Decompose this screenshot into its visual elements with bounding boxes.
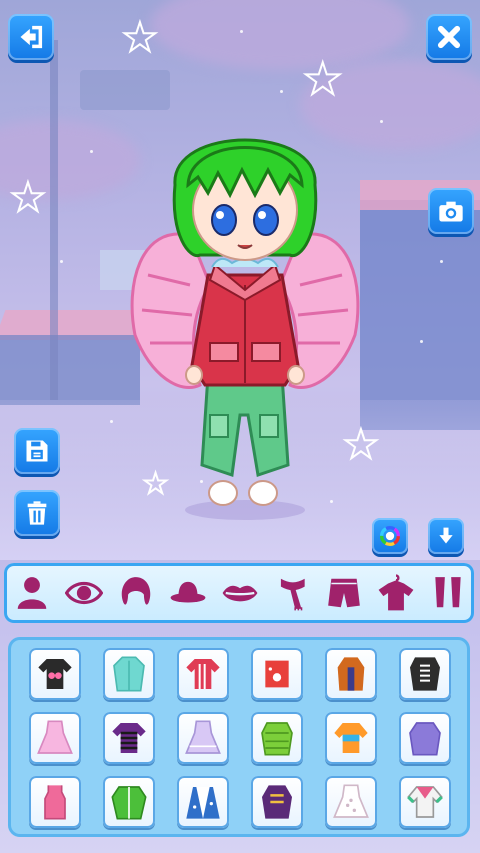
- eye-icon: [65, 581, 103, 605]
- item-tile[interactable]: [325, 712, 377, 764]
- street-pole: [50, 40, 58, 400]
- red-jacket: [190, 263, 300, 387]
- close-button[interactable]: [426, 14, 472, 60]
- shirt-icon: [186, 659, 220, 689]
- back-button[interactable]: [8, 14, 54, 60]
- category-hair[interactable]: [114, 571, 158, 615]
- category-tops[interactable]: [374, 571, 418, 615]
- category-hat[interactable]: [166, 571, 210, 615]
- camera-icon: [439, 201, 463, 222]
- item-tile[interactable]: [177, 776, 229, 828]
- star-decoration: ★: [121, 15, 159, 61]
- item-tile[interactable]: [325, 648, 377, 700]
- item-tile[interactable]: [399, 648, 451, 700]
- character-head: [172, 138, 318, 261]
- category-body[interactable]: [10, 571, 54, 615]
- coat-icon: [113, 656, 145, 692]
- scarf-icon: [280, 578, 305, 611]
- item-tile[interactable]: [177, 712, 229, 764]
- item-tile[interactable]: [399, 776, 451, 828]
- color-picker-button[interactable]: [372, 518, 408, 554]
- save-button[interactable]: [14, 428, 60, 474]
- hat-icon: [170, 581, 206, 603]
- category-scarf[interactable]: [270, 571, 314, 615]
- item-tile[interactable]: [103, 648, 155, 700]
- lips-icon: [222, 585, 258, 602]
- person-icon: [17, 577, 47, 609]
- download-button[interactable]: [428, 518, 464, 554]
- item-tile[interactable]: [325, 776, 377, 828]
- hoodie-icon: [409, 722, 441, 756]
- category-bar: [4, 563, 474, 623]
- item-tile[interactable]: [29, 648, 81, 700]
- category-pants[interactable]: [322, 571, 366, 615]
- close-icon: [437, 25, 461, 49]
- save-icon: [26, 440, 48, 462]
- puffer-icon: [261, 722, 293, 756]
- dress-icon: [37, 720, 73, 754]
- item-tile[interactable]: [251, 648, 303, 700]
- blouse-icon: [407, 786, 443, 818]
- tank-top-icon: [44, 785, 66, 820]
- star-decoration: ★: [302, 54, 343, 105]
- hair-icon: [121, 577, 151, 605]
- delete-button[interactable]: [14, 490, 60, 536]
- back-arrow-icon: [20, 25, 43, 49]
- jacket-icon: [111, 786, 147, 820]
- cape-icon: [186, 787, 220, 819]
- item-tile[interactable]: [29, 712, 81, 764]
- item-tile[interactable]: [103, 776, 155, 828]
- category-socks[interactable]: [426, 571, 470, 615]
- coat-icon: [262, 785, 292, 819]
- sweater-icon: [334, 723, 368, 753]
- chibi-character: [130, 138, 360, 520]
- item-tile[interactable]: [399, 712, 451, 764]
- shirt-icon: [112, 723, 146, 753]
- hanger-shirt-icon: [378, 574, 414, 611]
- camera-button[interactable]: [428, 188, 474, 234]
- jacket-icon: [410, 657, 440, 691]
- shirt-icon: [38, 659, 72, 689]
- items-panel: [8, 637, 470, 837]
- cargo-pants: [200, 373, 290, 477]
- color-wheel-icon: [380, 526, 400, 546]
- trash-icon: [27, 501, 47, 525]
- legwear-icon: [435, 577, 461, 608]
- category-eyes[interactable]: [62, 571, 106, 615]
- dress-icon: [333, 784, 369, 818]
- item-tile[interactable]: [103, 712, 155, 764]
- item-tile[interactable]: [29, 776, 81, 828]
- item-tile[interactable]: [251, 776, 303, 828]
- category-mouth[interactable]: [218, 571, 262, 615]
- shirt-icon: [265, 660, 289, 688]
- dress-icon: [185, 720, 221, 754]
- item-tile[interactable]: [251, 712, 303, 764]
- star-decoration: ★: [9, 175, 47, 221]
- item-tile[interactable]: [177, 648, 229, 700]
- street-sign: [80, 70, 170, 110]
- shorts-icon: [328, 578, 360, 608]
- coat-icon: [337, 657, 365, 691]
- download-arrow-icon: [439, 527, 453, 544]
